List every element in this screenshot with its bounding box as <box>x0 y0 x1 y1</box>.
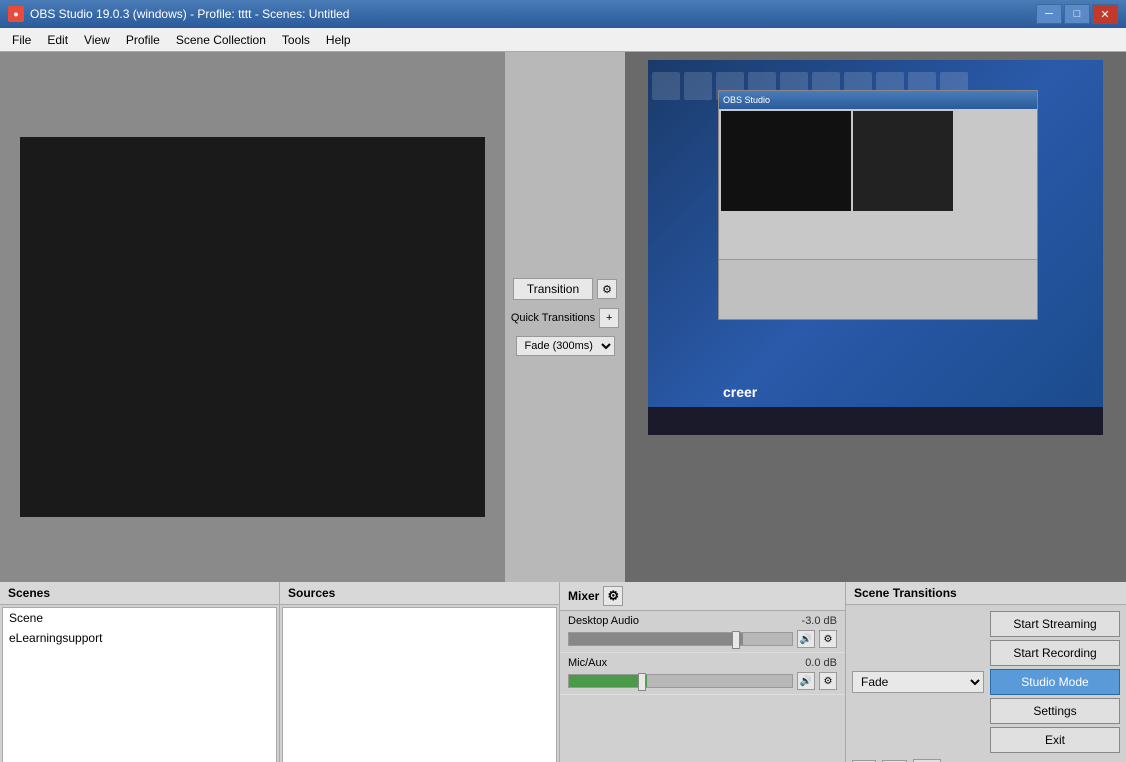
maximize-button[interactable]: □ <box>1064 4 1090 24</box>
fade-select-row[interactable]: Fade (300ms) <box>516 336 615 356</box>
menu-help[interactable]: Help <box>318 31 359 49</box>
menu-bar: File Edit View Profile Scene Collection … <box>0 28 1126 52</box>
channel-desktop-header: Desktop Audio -3.0 dB <box>568 615 837 627</box>
close-button[interactable]: ✕ <box>1092 4 1118 24</box>
sources-list <box>282 607 557 762</box>
obs-window-title: OBS Studio <box>719 91 1037 109</box>
scene-item-scene[interactable]: Scene <box>3 608 276 628</box>
mixer-label: Mixer <box>568 589 599 603</box>
mic-aux-controls: 🔊 ⚙ <box>568 672 837 690</box>
scene-transitions-body: Fade Start Streaming Start Recording Stu… <box>846 605 1126 762</box>
mic-aux-slider[interactable] <box>568 674 793 688</box>
scene-transitions-header: Scene Transitions <box>846 582 1126 605</box>
studio-mode-button[interactable]: Studio Mode <box>990 669 1120 695</box>
scene-transitions-panel: Scene Transitions Fade Start Streaming S… <box>846 582 1126 762</box>
main-content: Transition ⚙ Quick Transitions + Fade (3… <box>0 52 1126 762</box>
mic-aux-settings[interactable]: ⚙ <box>819 672 837 690</box>
menu-profile[interactable]: Profile <box>118 31 168 49</box>
desktop-audio-controls: 🔊 ⚙ <box>568 630 837 648</box>
scenes-list: Scene eLearningsupport <box>2 607 277 762</box>
desktop-audio-settings[interactable]: ⚙ <box>819 630 837 648</box>
minimize-button[interactable]: ─ <box>1036 4 1062 24</box>
left-preview-screen <box>20 137 485 517</box>
exit-button[interactable]: Exit <box>990 727 1120 753</box>
start-recording-button[interactable]: Start Recording <box>990 640 1120 666</box>
desktop-audio-slider[interactable] <box>568 632 793 646</box>
mixer-gear-icon[interactable]: ⚙ <box>603 586 623 606</box>
bottom-top: Scenes Scene eLearningsupport + − ∧ ∨ So… <box>0 582 1126 762</box>
desktop-text-overlay: creer <box>723 384 757 400</box>
sources-header: Sources <box>280 582 559 605</box>
quick-transitions-label: Quick Transitions <box>511 312 595 324</box>
mic-aux-thumb[interactable] <box>638 673 646 691</box>
transition-gear-icon[interactable]: ⚙ <box>597 279 617 299</box>
app-icon: ● <box>8 6 24 22</box>
settings-button[interactable]: Settings <box>990 698 1120 724</box>
mixer-channel-desktop: Desktop Audio -3.0 dB 🔊 ⚙ <box>560 611 845 653</box>
start-streaming-button[interactable]: Start Streaming <box>990 611 1120 637</box>
scenes-header: Scenes <box>0 582 279 605</box>
mic-aux-db: 0.0 dB <box>805 657 837 669</box>
desktop-audio-thumb[interactable] <box>732 631 740 649</box>
desktop-preview: OBS Studio creer <box>648 60 1103 435</box>
desktop-icon <box>652 72 680 100</box>
mic-aux-fill <box>569 675 647 687</box>
scene-transition-dropdown[interactable]: Fade <box>852 671 984 693</box>
preview-area: Transition ⚙ Quick Transitions + Fade (3… <box>0 52 1126 582</box>
desktop-audio-fill <box>569 633 743 645</box>
mic-aux-mute[interactable]: 🔊 <box>797 672 815 690</box>
left-preview <box>0 52 505 582</box>
menu-view[interactable]: View <box>76 31 118 49</box>
desktop-taskbar <box>648 407 1103 435</box>
desktop-audio-db: -3.0 dB <box>802 615 837 627</box>
menu-file[interactable]: File <box>4 31 39 49</box>
quick-transitions-add-icon[interactable]: + <box>599 308 619 328</box>
desktop-audio-label: Desktop Audio <box>568 615 639 627</box>
right-preview-screen: OBS Studio creer <box>648 60 1103 435</box>
action-buttons: Start Streaming Start Recording Studio M… <box>990 611 1120 753</box>
window-controls: ─ □ ✕ <box>1036 4 1118 24</box>
scenes-panel: Scenes Scene eLearningsupport + − ∧ ∨ <box>0 582 280 762</box>
transition-button[interactable]: Transition <box>513 278 593 300</box>
desktop-icon <box>684 72 712 100</box>
st-fade-row: Fade Start Streaming Start Recording Stu… <box>852 611 1120 753</box>
menu-tools[interactable]: Tools <box>274 31 318 49</box>
channel-mic-header: Mic/Aux 0.0 dB <box>568 657 837 669</box>
mixer-header: Mixer ⚙ <box>560 582 845 611</box>
transition-row: Transition ⚙ <box>513 278 617 300</box>
obs-left-screen <box>721 111 851 211</box>
obs-window-preview: OBS Studio <box>718 90 1038 320</box>
fade-dropdown[interactable]: Fade (300ms) <box>516 336 615 356</box>
obs-right-screen <box>853 111 953 211</box>
desktop-audio-mute[interactable]: 🔊 <box>797 630 815 648</box>
transition-controls: Transition ⚙ Quick Transitions + Fade (3… <box>505 52 625 582</box>
right-preview: OBS Studio creer <box>625 52 1126 582</box>
scene-item-elearning[interactable]: eLearningsupport <box>3 628 276 648</box>
mic-aux-label: Mic/Aux <box>568 657 607 669</box>
title-bar: ● OBS Studio 19.0.3 (windows) - Profile:… <box>0 0 1126 28</box>
obs-bottom-panel <box>719 259 1037 319</box>
sources-panel: Sources + − ⚙ ∧ ∨ <box>280 582 560 762</box>
menu-scene-collection[interactable]: Scene Collection <box>168 31 274 49</box>
window-title: OBS Studio 19.0.3 (windows) - Profile: t… <box>30 7 1036 21</box>
mixer-channel-mic: Mic/Aux 0.0 dB 🔊 ⚙ <box>560 653 845 695</box>
mixer-panel: Mixer ⚙ Desktop Audio -3.0 dB 🔊 <box>560 582 846 762</box>
menu-edit[interactable]: Edit <box>39 31 76 49</box>
quick-transitions-row: Quick Transitions + <box>511 308 619 328</box>
bottom-panel: Scenes Scene eLearningsupport + − ∧ ∨ So… <box>0 582 1126 762</box>
